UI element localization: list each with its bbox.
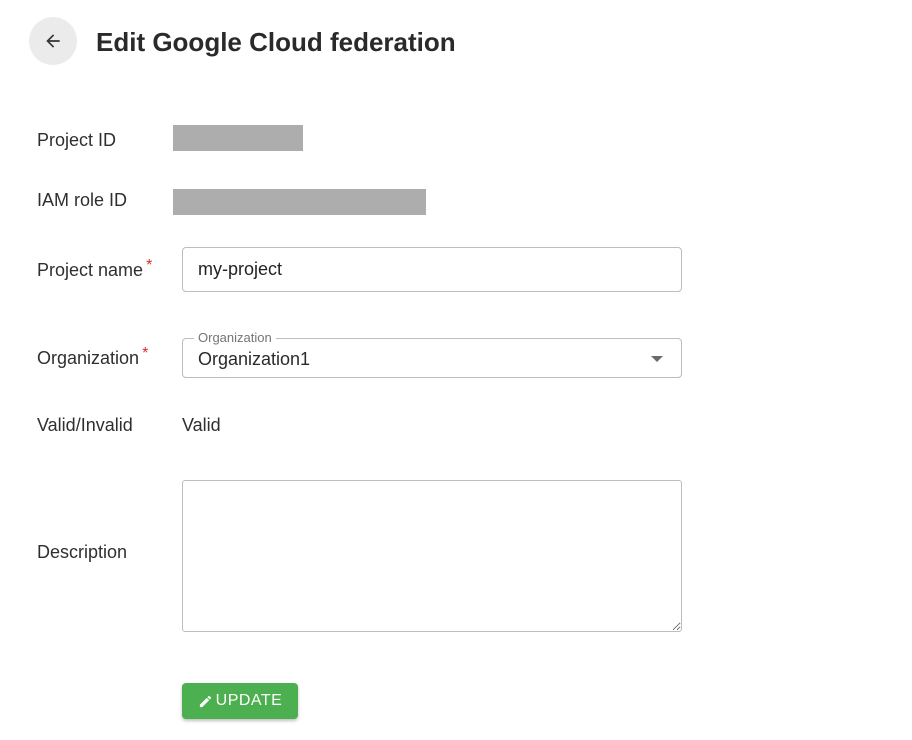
- validity-value: Valid: [182, 415, 221, 435]
- update-button[interactable]: UPDATE: [182, 683, 298, 719]
- project-name-label: Project name *: [37, 257, 153, 283]
- back-button[interactable]: [29, 17, 77, 65]
- required-mark: *: [142, 345, 149, 362]
- description-textarea[interactable]: [182, 480, 682, 632]
- project-id-value-redacted: [173, 125, 303, 151]
- organization-select-floating-label: Organization: [194, 331, 276, 345]
- update-button-label: UPDATE: [215, 692, 283, 709]
- iam-role-id-value-redacted: [173, 189, 426, 215]
- caret-down-icon: [651, 356, 663, 362]
- project-name-label-text: Project name: [37, 260, 144, 280]
- page-title: Edit Google Cloud federation: [96, 27, 456, 57]
- organization-selected-value: Organization1: [198, 349, 311, 369]
- iam-role-id-label: IAM role ID: [37, 190, 128, 210]
- pencil-icon: [198, 694, 213, 709]
- organization-label-text: Organization: [37, 348, 140, 368]
- project-name-input[interactable]: [182, 247, 682, 292]
- required-mark: *: [146, 257, 153, 274]
- arrow-left-icon: [43, 31, 63, 51]
- organization-select[interactable]: Organization Organization1: [182, 331, 682, 378]
- project-id-label: Project ID: [37, 130, 117, 150]
- description-label: Description: [37, 542, 128, 562]
- validity-label: Valid/Invalid: [37, 415, 133, 435]
- organization-label: Organization *: [37, 345, 149, 371]
